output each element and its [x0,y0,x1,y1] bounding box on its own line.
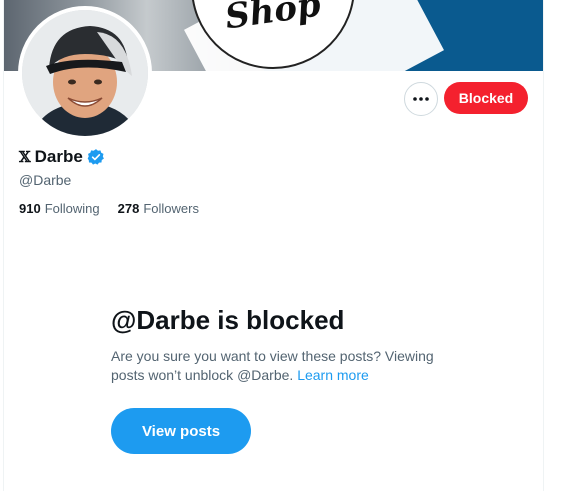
display-name: Darbe [34,147,83,166]
blocked-button[interactable]: Blocked [444,82,528,114]
profile-column: Shop Blocked 𝕏 Darbe @Darbe 910 Followin… [3,0,544,491]
view-posts-button[interactable]: View posts [111,408,251,454]
profile-name-row: 𝕏 Darbe [19,147,105,167]
more-options-button[interactable] [404,82,438,116]
following-count: 910 [19,201,41,216]
avatar-image [22,10,148,136]
profile-stats: 910 Following 278 Followers [19,201,199,216]
followers-link[interactable]: 278 Followers [118,201,199,216]
learn-more-link[interactable]: Learn more [297,367,369,383]
verified-badge-icon[interactable] [87,148,105,166]
more-dots-icon [413,97,429,101]
profile-handle: @Darbe [19,172,72,188]
followers-label: Followers [143,201,199,216]
banner-logo-text: Shop [222,0,324,38]
followers-count: 278 [117,201,140,216]
blocked-description: Are you sure you want to view these post… [111,347,441,385]
blocked-description-text: Are you sure you want to view these post… [111,348,434,383]
blocked-title: @Darbe is blocked [111,305,345,335]
x-logo-icon: 𝕏 [19,148,31,166]
following-label: Following [44,201,100,216]
profile-avatar[interactable] [18,6,152,140]
following-link[interactable]: 910 Following [19,201,100,216]
